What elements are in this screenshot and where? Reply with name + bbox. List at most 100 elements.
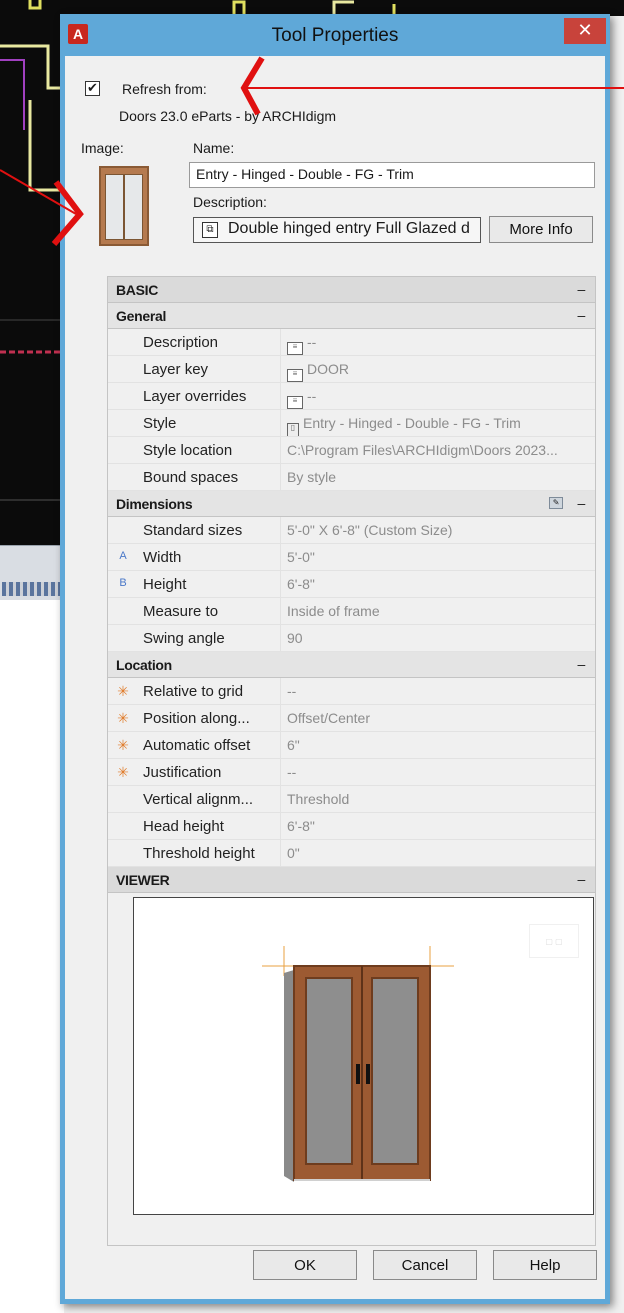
help-button[interactable]: Help <box>493 1250 597 1280</box>
property-row[interactable]: Swing angle 90 <box>108 625 595 652</box>
section-dimensions[interactable]: Dimensions ✎ – <box>108 491 595 517</box>
property-name: Style location <box>143 442 233 459</box>
more-info-button[interactable]: More Info <box>489 216 593 243</box>
property-value[interactable]: Inside of frame <box>280 598 595 624</box>
collapse-dimensions-button[interactable]: – <box>578 495 586 511</box>
property-name: Style <box>143 415 177 432</box>
row-indicator: A <box>119 550 127 562</box>
refresh-checkbox[interactable]: ✔ <box>85 81 100 96</box>
property-row[interactable]: Threshold height 0" <box>108 840 595 867</box>
property-name: Justification <box>143 764 222 781</box>
property-name: Relative to grid <box>143 683 244 700</box>
property-row[interactable]: Bound spaces By style <box>108 464 595 491</box>
property-value[interactable]: C:\Program Files\ARCHIdigm\Doors 2023... <box>280 437 595 463</box>
property-row[interactable]: ✳ Relative to grid -- <box>108 678 595 705</box>
desktop-background <box>0 600 64 1313</box>
name-field[interactable]: Entry - Hinged - Double - FG - Trim <box>189 162 595 188</box>
property-name: Measure to <box>143 603 219 620</box>
property-row[interactable]: B Height 6'-8" <box>108 571 595 598</box>
property-value[interactable]: 5'-0" X 6'-8" (Custom Size) <box>280 517 595 543</box>
property-row[interactable]: ✳ Position along... Offset/Center <box>108 705 595 732</box>
title-bar[interactable]: A Tool Properties ✕ <box>60 14 610 56</box>
property-value-text: Inside of frame <box>287 603 380 619</box>
collapse-basic-button[interactable]: – <box>578 281 586 297</box>
collapse-general-button[interactable]: – <box>578 307 586 323</box>
property-value-text: -- <box>307 334 317 350</box>
cancel-button[interactable]: Cancel <box>373 1250 477 1280</box>
door-model <box>262 946 454 1182</box>
property-value[interactable]: 5'-0" <box>280 544 595 570</box>
property-row[interactable]: Head height 6'-8" <box>108 813 595 840</box>
door-style-icon: ▯ <box>287 423 299 436</box>
property-name: Swing angle <box>143 630 225 647</box>
section-viewer-title: VIEWER <box>116 872 170 888</box>
dimension-rows: Standard sizes 5'-0" X 6'-8" (Custom Size… <box>108 517 595 652</box>
section-basic-title: BASIC <box>116 282 159 298</box>
property-value-text: Entry - Hinged - Double - FG - Trim <box>303 415 521 431</box>
property-value[interactable]: ≡ DOOR <box>280 356 595 382</box>
property-value[interactable]: 6" <box>280 732 595 758</box>
section-general-title: General <box>116 308 167 324</box>
dialog-body: ✔ Refresh from: Doors 23.0 eParts - by A… <box>65 56 605 1299</box>
dimension-tool-icon[interactable]: ✎ <box>549 497 563 509</box>
door-image-thumbnail[interactable] <box>99 166 149 246</box>
property-name: Width <box>143 549 182 566</box>
property-value[interactable]: 90 <box>280 625 595 651</box>
dialog-title: Tool Properties <box>271 25 399 46</box>
status-bar-icons <box>2 582 62 596</box>
property-value[interactable]: By style <box>280 464 595 490</box>
section-general[interactable]: General – <box>108 303 595 329</box>
property-value[interactable]: 0" <box>280 840 595 866</box>
property-row[interactable]: Measure to Inside of frame <box>108 598 595 625</box>
general-rows: Description ≡ -- Layer key ≡ DOOR Layer overri… <box>108 329 595 491</box>
description-field[interactable]: ⧉ Double hinged entry Full Glazed d <box>193 217 481 243</box>
property-row[interactable]: ✳ Automatic offset 6" <box>108 732 595 759</box>
property-row[interactable]: ✳ Justification -- <box>108 759 595 786</box>
property-value[interactable]: -- <box>280 678 595 704</box>
property-value[interactable]: 6'-8" <box>280 571 595 597</box>
close-button[interactable]: ✕ <box>564 18 606 44</box>
section-viewer[interactable]: VIEWER – <box>108 867 595 893</box>
property-grid: BASIC – General – Description ≡ -- Layer ke… <box>107 276 596 1246</box>
property-value-text: 6'-8" <box>287 818 315 834</box>
property-row[interactable]: A Width 5'-0" <box>108 544 595 571</box>
property-value[interactable]: 6'-8" <box>280 813 595 839</box>
property-value[interactable]: Offset/Center <box>280 705 595 731</box>
property-value[interactable]: ≡ -- <box>280 383 595 409</box>
collapse-viewer-button[interactable]: – <box>578 871 586 887</box>
property-value-text: 5'-0" X 6'-8" (Custom Size) <box>287 522 453 538</box>
description-icon: ≡ <box>287 342 303 355</box>
property-row[interactable]: Standard sizes 5'-0" X 6'-8" (Custom Size… <box>108 517 595 544</box>
ok-button[interactable]: OK <box>253 1250 357 1280</box>
property-row[interactable]: Style ▯ Entry - Hinged - Double - FG - Tri… <box>108 410 595 437</box>
cad-status-strip <box>0 545 64 600</box>
property-value-text: 0" <box>287 845 300 861</box>
property-name: Vertical alignm... <box>143 791 254 808</box>
property-name: Bound spaces <box>143 469 239 486</box>
property-value[interactable]: -- <box>280 759 595 785</box>
property-name: Layer key <box>143 361 209 378</box>
property-row[interactable]: Layer key ≡ DOOR <box>108 356 595 383</box>
property-value-text: Offset/Center <box>287 710 371 726</box>
property-name: Description <box>143 334 219 351</box>
section-basic[interactable]: BASIC – <box>108 277 595 303</box>
property-value[interactable]: ≡ -- <box>280 329 595 355</box>
description-icon[interactable]: ⧉ <box>202 222 218 238</box>
anchor-icon: ✳ <box>117 683 129 699</box>
property-row[interactable]: Style location C:\Program Files\ARCHIdigm… <box>108 437 595 464</box>
door-leaf-right <box>124 174 143 240</box>
collapse-location-button[interactable]: – <box>578 656 586 672</box>
section-location[interactable]: Location – <box>108 652 595 678</box>
tool-properties-dialog: A Tool Properties ✕ ✔ Refresh from: Door… <box>60 14 610 1304</box>
property-value[interactable]: Threshold <box>280 786 595 812</box>
cad-linework <box>0 0 64 501</box>
property-value[interactable]: ▯ Entry - Hinged - Double - FG - Trim <box>280 410 595 436</box>
property-name: Standard sizes <box>143 522 243 539</box>
property-row[interactable]: Layer overrides ≡ -- <box>108 383 595 410</box>
door-3d-viewer[interactable]: ▢ ▢ <box>133 897 594 1215</box>
property-name: Layer overrides <box>143 388 247 405</box>
property-row[interactable]: Vertical alignm... Threshold <box>108 786 595 813</box>
property-row[interactable]: Description ≡ -- <box>108 329 595 356</box>
door-leaf-left <box>105 174 124 240</box>
property-name: Threshold height <box>143 845 255 862</box>
